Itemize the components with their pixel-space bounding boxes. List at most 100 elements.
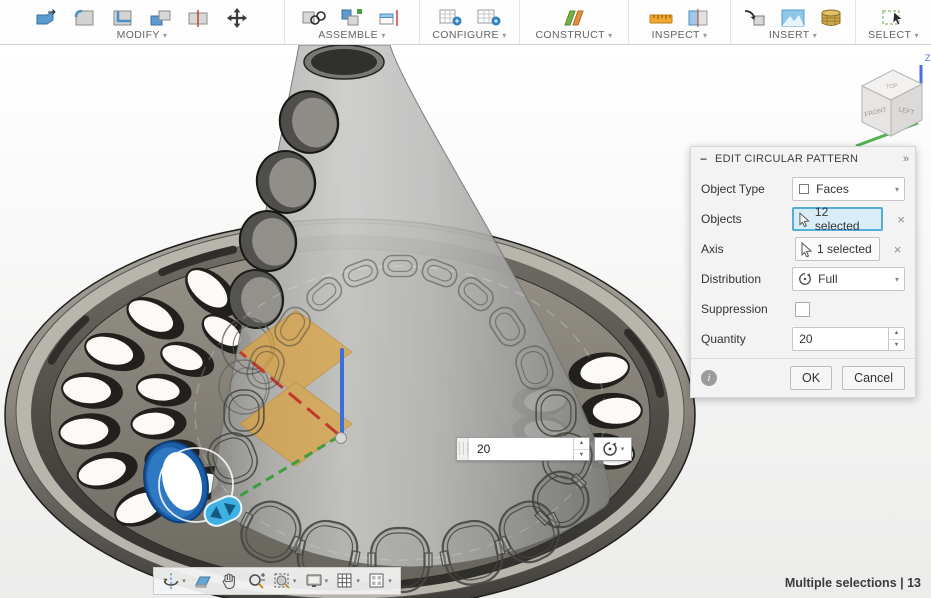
configuration-table-icon[interactable] [476,8,502,28]
drag-grip-icon[interactable] [457,438,469,460]
chevron-down-icon: ▾ [621,445,625,453]
suppression-label: Suppression [701,302,795,316]
chevron-down-icon: ▾ [895,185,899,194]
expand-icon[interactable]: » [903,153,909,165]
chevron-down-icon: ▾ [163,31,167,40]
assemble-icons [301,4,403,28]
fit-icon [273,572,291,590]
select-icon[interactable] [881,8,907,28]
viewports-button[interactable]: ▾ [368,572,392,590]
construction-plane-icon[interactable] [561,8,587,28]
chevron-down-icon: ▾ [182,577,186,585]
distribution-select[interactable]: Full ▾ [792,267,905,291]
ok-button[interactable]: OK [790,366,832,390]
grid-snaps-button[interactable]: ▾ [336,572,360,590]
cursor-icon [798,212,811,227]
distribution-row: Distribution Full ▾ [701,264,905,294]
objects-label: Objects [701,212,792,226]
fusion-window: MODIFY ▾ ASSEMBLE ▾ CONFIGURE ▾ CONSTRUC… [0,0,931,598]
combine-icon[interactable] [148,8,174,28]
spinner-down-icon[interactable]: ▼ [574,450,589,461]
dialog-header[interactable]: − EDIT CIRCULAR PATTERN » [691,147,915,171]
quantity-canvas-field[interactable]: 20 ▲ ▼ [456,437,590,461]
spinner-up-icon[interactable]: ▲ [574,438,589,450]
modify-icons [34,4,250,28]
axis-clear-button[interactable]: × [894,242,902,257]
construct-icons [561,4,587,28]
look-at-button[interactable] [194,572,212,590]
fillet-icon[interactable] [72,8,98,28]
spinner-down-icon[interactable]: ▼ [889,340,904,351]
menu-insert[interactable]: INSERT ▾ [769,29,817,41]
insert-derive-icon[interactable] [742,8,768,28]
collapse-icon[interactable]: − [700,153,707,165]
axis-row: Axis 1 selected × [701,234,905,264]
measure-icon[interactable] [648,8,674,28]
cancel-button[interactable]: Cancel [842,366,905,390]
pan-button[interactable] [220,572,238,590]
zoom-button[interactable] [247,572,265,590]
menu-select[interactable]: SELECT ▾ [868,29,919,41]
new-component-icon[interactable] [339,8,365,28]
edit-circular-pattern-dialog: − EDIT CIRCULAR PATTERN » Object Type Fa… [690,146,916,398]
objects-clear-button[interactable]: × [897,212,905,227]
axis-z-label: Z [925,53,931,63]
chevron-down-icon: ▾ [381,31,385,40]
objects-row: Objects 12 selected × [701,204,905,234]
object-type-row: Object Type Faces ▾ [701,174,905,204]
quantity-popover: 20 ▲ ▼ ▾ [456,437,632,461]
display-settings-icon [305,572,323,590]
dialog-footer: i OK Cancel [691,358,915,397]
suppression-checkbox[interactable] [795,302,810,317]
chevron-down-icon: ▾ [293,577,297,585]
quantity-canvas-spinner[interactable]: ▲ ▼ [573,438,589,460]
insert-icons [742,4,844,28]
viewports-icon [368,572,386,590]
info-icon[interactable]: i [701,370,717,386]
pan-icon [220,572,238,590]
look-at-icon [194,572,212,590]
menu-configure[interactable]: CONFIGURE ▾ [432,29,506,41]
axis-selection-button[interactable]: 1 selected [795,237,880,261]
top-toolbar: MODIFY ▾ ASSEMBLE ▾ CONFIGURE ▾ CONSTRUC… [0,0,931,45]
rigid-group-icon[interactable] [377,8,403,28]
configuration-icon[interactable] [438,8,464,28]
move-copy-icon[interactable] [224,8,250,28]
display-settings-button[interactable]: ▾ [305,572,329,590]
quantity-input[interactable]: 20 ▲ ▼ [792,327,905,351]
quantity-row: Quantity 20 ▲ ▼ [701,324,905,354]
pattern-type-button[interactable]: ▾ [594,437,632,461]
chevron-down-icon: ▾ [895,275,899,284]
shell-icon[interactable] [110,8,136,28]
quantity-spinner[interactable]: ▲ ▼ [888,328,904,350]
objects-selection-button[interactable]: 12 selected [792,207,883,231]
select-icons [881,4,907,28]
split-body-icon[interactable] [186,8,212,28]
distribution-label: Distribution [701,272,792,286]
grid-snaps-icon [336,572,354,590]
faces-icon [798,183,810,195]
toolbar-group-construct: CONSTRUCT ▾ [520,0,629,44]
toolbar-group-assemble: ASSEMBLE ▾ [285,0,420,44]
spinner-up-icon[interactable]: ▲ [889,328,904,340]
orbit-icon [162,572,180,590]
section-analysis-icon[interactable] [686,8,712,28]
toolbar-group-configure: CONFIGURE ▾ [420,0,520,44]
menu-modify[interactable]: MODIFY ▾ [117,29,168,41]
orbit-button[interactable]: ▾ [162,572,186,590]
chevron-down-icon: ▾ [608,31,612,40]
joint-icon[interactable] [301,8,327,28]
menu-construct[interactable]: CONSTRUCT ▾ [535,29,612,41]
quantity-canvas-value[interactable]: 20 [469,438,573,460]
press-pull-icon[interactable] [34,8,60,28]
axis-label: Axis [701,242,795,256]
chevron-down-icon: ▾ [502,31,506,40]
canvas-icon[interactable] [780,8,806,28]
object-type-select[interactable]: Faces ▾ [792,177,905,201]
fit-button[interactable]: ▾ [273,572,297,590]
menu-inspect[interactable]: INSPECT ▾ [652,29,708,41]
cursor-icon [800,242,813,257]
menu-assemble[interactable]: ASSEMBLE ▾ [318,29,386,41]
insert-mesh-icon[interactable] [818,8,844,28]
suppression-row: Suppression [701,294,905,324]
